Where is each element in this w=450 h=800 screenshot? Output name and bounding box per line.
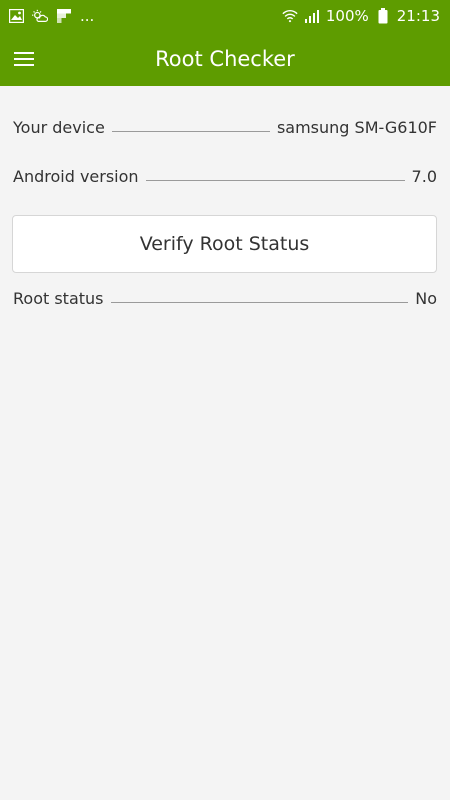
root-status-value: No	[415, 289, 437, 308]
status-bar: ... 100% 21:13	[0, 0, 450, 32]
clock: 21:13	[396, 7, 440, 25]
system-icons: 100% 21:13	[282, 7, 440, 25]
image-icon	[8, 8, 24, 24]
leader-line	[110, 302, 409, 303]
more-notifications-indicator: ...	[80, 7, 95, 25]
app-title: Root Checker	[155, 47, 295, 71]
android-version-row: Android version 7.0	[13, 167, 437, 186]
device-value: samsung SM-G610F	[276, 118, 437, 137]
root-status-row: Root status No	[13, 289, 437, 308]
notification-icons: ...	[8, 7, 94, 25]
battery-icon	[375, 8, 391, 24]
android-version-label: Android version	[13, 167, 139, 186]
root-status-label: Root status	[13, 289, 104, 308]
device-row: Your device samsung SM-G610F	[13, 118, 437, 137]
device-label: Your device	[13, 118, 105, 137]
hamburger-menu-icon[interactable]	[2, 37, 46, 81]
signal-icon	[304, 8, 320, 24]
main-content: Your device samsung SM-G610F Android ver…	[0, 86, 450, 800]
leader-line	[111, 131, 270, 132]
leader-line	[145, 180, 405, 181]
battery-percent: 100%	[325, 7, 369, 25]
flipboard-icon	[56, 8, 72, 24]
wifi-icon	[282, 8, 298, 24]
android-version-value: 7.0	[411, 167, 437, 186]
weather-icon	[32, 8, 48, 24]
verify-root-status-button[interactable]: Verify Root Status	[12, 215, 437, 273]
app-toolbar: Root Checker	[0, 32, 450, 86]
